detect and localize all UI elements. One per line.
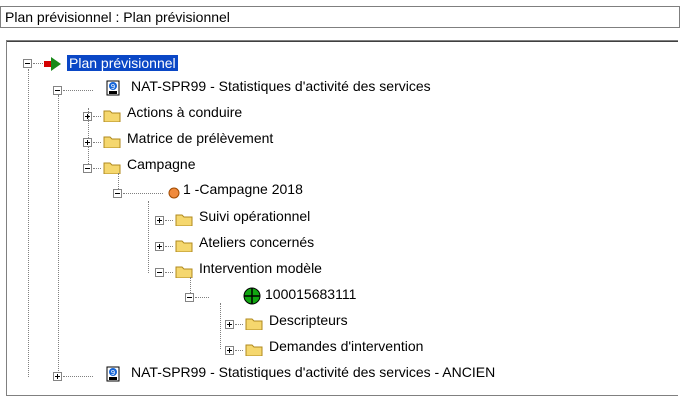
tree-node-label[interactable]: 100015683111: [265, 286, 356, 302]
expand-toggle-icon[interactable]: [155, 216, 164, 225]
tree-connector: [28, 69, 29, 377]
tree-connector: [165, 246, 173, 248]
tree-connector: [123, 193, 163, 195]
folder-icon: [245, 318, 263, 330]
tree-connector: [33, 63, 43, 65]
expand-toggle-icon[interactable]: [225, 320, 234, 329]
expand-toggle-icon[interactable]: [155, 242, 164, 251]
tree-connector: [148, 201, 149, 273]
tree-node-label[interactable]: Descripteurs: [269, 312, 348, 328]
report-icon: 9: [106, 80, 120, 96]
expand-toggle-icon[interactable]: [53, 372, 62, 381]
expand-toggle-icon[interactable]: [225, 346, 234, 355]
tree-connector: [195, 297, 209, 299]
tree-node-label[interactable]: NAT-SPR99 - Statistiques d'activité des …: [131, 78, 431, 94]
tree-node-label[interactable]: Plan prévisionnel: [67, 55, 178, 71]
tree-connector: [165, 220, 173, 222]
collapse-toggle-icon[interactable]: [155, 268, 164, 277]
tree-connector: [88, 108, 89, 166]
tree-node-label[interactable]: Intervention modèle: [199, 260, 322, 276]
folder-icon: [103, 136, 121, 148]
tree-node-label[interactable]: Demandes d'intervention: [269, 338, 423, 354]
green-arrow-icon: [44, 57, 61, 71]
orange-dot-icon: [168, 187, 180, 199]
expand-toggle-icon[interactable]: [83, 138, 92, 147]
folder-icon: [175, 266, 193, 278]
tree-connector: [63, 376, 93, 378]
tree-node-label[interactable]: NAT-SPR99 - Statistiques d'activité des …: [131, 364, 495, 380]
svg-text:9: 9: [111, 369, 115, 377]
tree-connector: [93, 168, 101, 170]
collapse-toggle-icon[interactable]: [23, 59, 32, 68]
tree-connector: [93, 142, 101, 144]
tree-connector: [220, 303, 221, 349]
svg-text:9: 9: [111, 83, 115, 91]
window-title: Plan prévisionnel : Plan prévisionnel: [5, 9, 230, 25]
tree-connector: [235, 324, 243, 326]
folder-icon: [103, 162, 121, 174]
tree-connector: [58, 95, 59, 381]
folder-icon: [175, 214, 193, 226]
folder-icon: [175, 240, 193, 252]
tree-connector: [235, 350, 243, 352]
tree-view[interactable]: Plan prévisionnel 9 NAT-SPR99 - Statisti…: [6, 40, 678, 396]
tree-node-label[interactable]: Matrice de prélèvement: [127, 130, 273, 146]
collapse-toggle-icon[interactable]: [83, 164, 92, 173]
folder-icon: [103, 110, 121, 122]
window-title-bar: Plan prévisionnel : Plan prévisionnel: [0, 6, 680, 28]
folder-icon: [245, 344, 263, 356]
report-icon: 9: [106, 366, 120, 382]
tree-connector: [63, 90, 93, 92]
collapse-toggle-icon[interactable]: [185, 293, 194, 302]
green-crosshair-icon: [243, 287, 261, 305]
collapse-toggle-icon[interactable]: [53, 86, 62, 95]
tree-node-label[interactable]: Ateliers concernés: [199, 234, 314, 250]
tree-node-label[interactable]: Suivi opérationnel: [199, 208, 310, 224]
collapse-toggle-icon[interactable]: [113, 189, 122, 198]
tree-connector: [165, 272, 173, 274]
tree-node-label[interactable]: Campagne: [127, 156, 196, 172]
tree-node-label[interactable]: Actions à conduire: [127, 104, 242, 120]
tree-node-label[interactable]: 1 -Campagne 2018: [183, 181, 303, 197]
tree-connector: [93, 116, 101, 118]
